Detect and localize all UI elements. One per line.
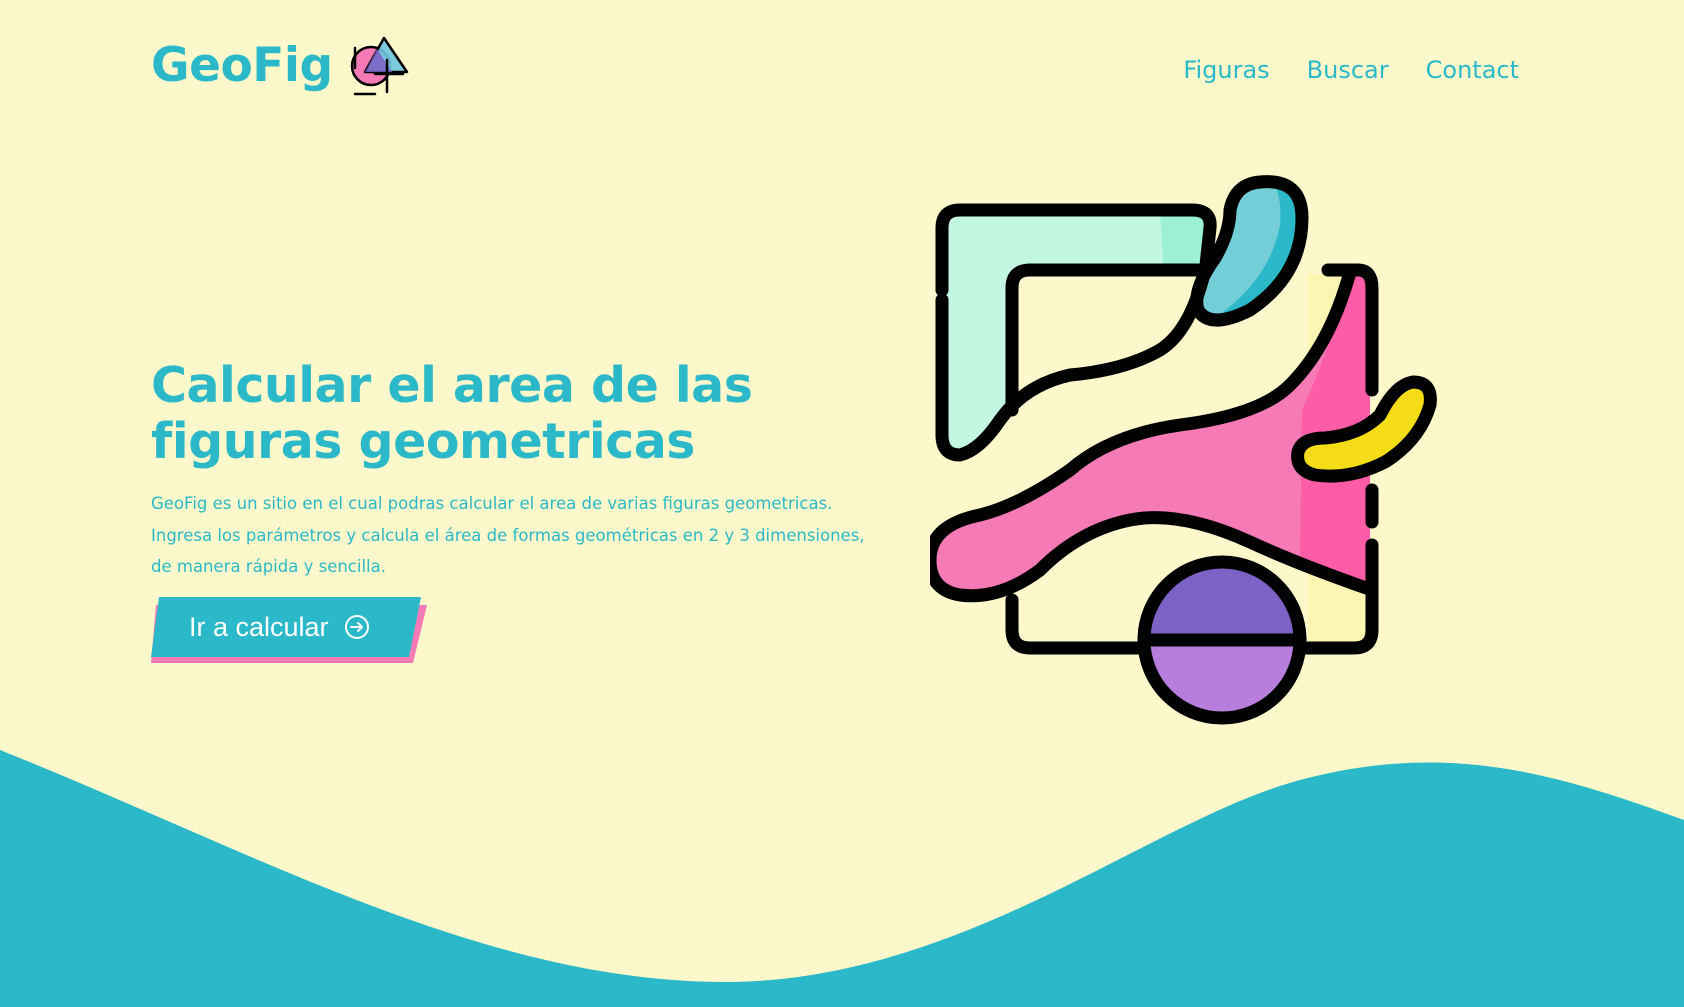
cta-container: Ir a calcular: [151, 597, 427, 665]
go-calculate-button[interactable]: Ir a calcular: [151, 597, 421, 657]
nav-link-figuras[interactable]: Figuras: [1183, 56, 1269, 84]
main-nav: Figuras Buscar Contact: [1183, 56, 1519, 84]
landing-page: GeoFig Figuras Buscar Contact Calcular e…: [0, 0, 1684, 1007]
brand-logo-link[interactable]: GeoFig: [151, 30, 417, 100]
nav-link-buscar[interactable]: Buscar: [1307, 56, 1389, 84]
hero-desc-line-2: Ingresa los parámetros y calcula el área…: [151, 525, 865, 545]
hero-title-line-1: Calcular el area de las: [151, 357, 753, 414]
hero-desc-line-1: GeoFig es un sitio en el cual podras cal…: [151, 494, 833, 513]
go-calculate-label: Ir a calcular: [189, 611, 329, 642]
hero-title: Calcular el area de las figuras geometri…: [151, 358, 791, 470]
abstract-shapes-illustration: [930, 175, 1437, 725]
arrow-circle-right-icon: [344, 615, 369, 639]
geometric-shapes-logo-icon: [350, 36, 408, 96]
brand-name: GeoFig: [151, 37, 333, 93]
nav-link-contact[interactable]: Contact: [1426, 56, 1519, 84]
hero-description: GeoFig es un sitio en el cual podras cal…: [151, 488, 871, 583]
hero-title-line-2: figuras geometricas: [151, 413, 695, 470]
hero-desc-line-3: de manera rápida y sencilla.: [151, 557, 386, 576]
